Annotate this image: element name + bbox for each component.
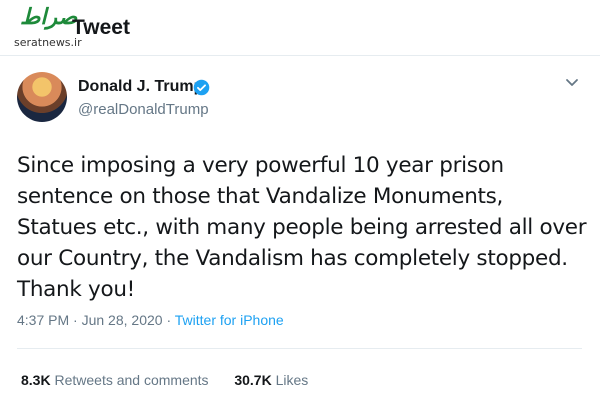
tweet-date[interactable]: Jun 28, 2020	[82, 312, 163, 328]
tweet-meta: 4:37 PM · Jun 28, 2020 · Twitter for iPh…	[17, 312, 284, 328]
tweet-stats: 8.3K Retweets and comments 30.7K Likes	[21, 372, 308, 388]
tweet-card: Donald J. Trump @realDonaldTrump Since i…	[0, 56, 600, 400]
retweets-stat[interactable]: 8.3K Retweets and comments	[21, 372, 212, 388]
verified-badge-icon	[193, 79, 210, 96]
meta-separator: ·	[69, 312, 82, 328]
retweets-count: 8.3K	[21, 372, 51, 388]
avatar[interactable]	[17, 72, 67, 122]
header-bar: صراط seratnews.ir Tweet	[0, 0, 600, 56]
page-title: Tweet	[72, 16, 130, 39]
tweet-time[interactable]: 4:37 PM	[17, 312, 69, 328]
author-name[interactable]: Donald J. Trump	[78, 78, 203, 96]
meta-separator: ·	[162, 312, 175, 328]
likes-count: 30.7K	[234, 372, 272, 388]
tweet-source-link[interactable]: Twitter for iPhone	[175, 312, 284, 328]
chevron-down-icon[interactable]	[565, 78, 579, 88]
likes-label: Likes	[275, 372, 309, 388]
retweets-label: Retweets and comments	[54, 372, 209, 388]
divider	[17, 348, 582, 349]
author-handle[interactable]: @realDonaldTrump	[78, 101, 209, 118]
tweet-text: Since imposing a very powerful 10 year p…	[17, 153, 587, 302]
watermark-logo: صراط	[20, 4, 78, 30]
likes-stat[interactable]: 30.7K Likes	[234, 372, 308, 388]
